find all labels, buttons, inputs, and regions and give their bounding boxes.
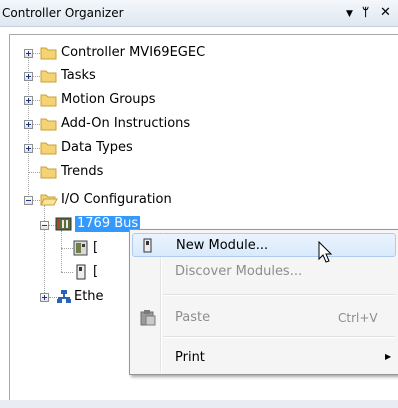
- io-module-icon: [76, 264, 86, 280]
- folder-icon: [40, 47, 57, 60]
- menu-separator: [163, 336, 395, 338]
- menu-item-label: Print: [175, 350, 205, 365]
- expand-toggle[interactable]: [24, 144, 33, 153]
- window-title: Controller Organizer: [2, 6, 124, 20]
- collapse-toggle[interactable]: [24, 196, 33, 205]
- expand-toggle[interactable]: [24, 72, 33, 81]
- tree-item-ethernet[interactable]: Ethe: [74, 289, 104, 305]
- collapse-toggle[interactable]: [40, 221, 49, 230]
- menu-item-paste[interactable]: Paste Ctrl+V: [132, 306, 396, 330]
- folder-icon: [40, 166, 57, 179]
- tree-item-io-configuration[interactable]: I/O Configuration: [61, 192, 172, 208]
- menu-item-shortcut: Ctrl+V: [338, 311, 378, 325]
- folder-icon: [40, 118, 57, 131]
- submenu-arrow-icon: ▶: [385, 352, 392, 361]
- expand-toggle[interactable]: [24, 120, 33, 129]
- dropdown-icon[interactable]: ▼: [346, 8, 353, 21]
- title-bar: Controller Organizer ▼ ᛘ ✕: [0, 0, 398, 27]
- expand-toggle[interactable]: [24, 96, 33, 105]
- module-icon: [143, 238, 152, 253]
- tree-item-controller[interactable]: Controller MVI69EGEC: [61, 45, 205, 61]
- menu-item-new-module[interactable]: New Module...: [132, 233, 396, 257]
- menu-item-print[interactable]: Print ▶: [132, 346, 396, 370]
- status-strip: [0, 400, 398, 408]
- menu-item-discover-modules[interactable]: Discover Modules...: [132, 260, 396, 284]
- close-icon[interactable]: ✕: [380, 6, 391, 19]
- expand-toggle[interactable]: [40, 293, 49, 302]
- tree-item-controller-module[interactable]: [: [93, 240, 98, 256]
- tree-item-tasks[interactable]: Tasks: [61, 68, 96, 84]
- menu-item-label: New Module...: [176, 238, 269, 253]
- pin-icon[interactable]: ᛘ: [362, 6, 369, 19]
- context-menu: New Module... Discover Modules... Paste …: [129, 229, 398, 375]
- clipboard-icon: [140, 310, 156, 326]
- tree-item-trends[interactable]: Trends: [61, 164, 103, 180]
- controller-module-icon: [73, 240, 88, 256]
- backplane-icon: [55, 217, 72, 231]
- folder-icon: [40, 70, 57, 83]
- folder-icon: [40, 94, 57, 107]
- tree-item-io-module[interactable]: [: [93, 264, 98, 280]
- tree-item-motion-groups[interactable]: Motion Groups: [61, 92, 156, 108]
- tree-item-add-on-instructions[interactable]: Add-On Instructions: [61, 116, 190, 132]
- expand-toggle[interactable]: [24, 49, 33, 58]
- mouse-pointer-icon: [318, 241, 333, 263]
- folder-icon: [40, 142, 57, 155]
- menu-item-label: Paste: [175, 310, 211, 325]
- menu-separator: [163, 294, 395, 296]
- open-folder-icon: [40, 194, 58, 206]
- tree-item-data-types[interactable]: Data Types: [61, 140, 133, 156]
- menu-item-label: Discover Modules...: [175, 264, 303, 279]
- ethernet-network-icon: [57, 290, 71, 303]
